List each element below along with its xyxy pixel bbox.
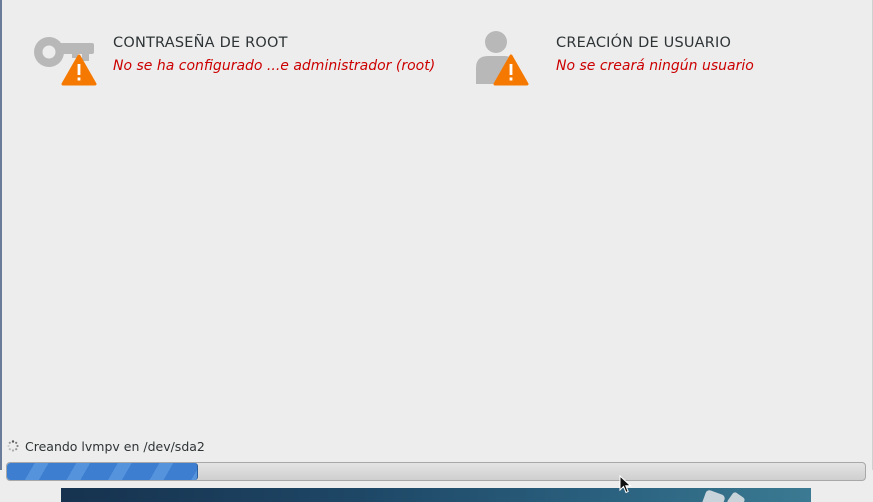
banner-decoration	[726, 491, 746, 502]
spinner-icon	[7, 440, 19, 452]
user-icon	[476, 31, 516, 84]
spoke-root-password[interactable]: CONTRASEÑA DE ROOT No se ha configurado …	[30, 28, 450, 90]
key-icon	[34, 37, 94, 67]
banner-decoration	[700, 489, 726, 502]
spoke-status: No se creará ningún usuario	[556, 58, 754, 74]
mouse-cursor-icon	[619, 475, 632, 494]
spoke-title: CONTRASEÑA DE ROOT	[113, 35, 288, 51]
product-banner	[61, 488, 811, 502]
install-status-text: Creando lvmpv en /dev/sda2	[25, 439, 205, 454]
spoke-title: CREACIÓN DE USUARIO	[556, 35, 732, 51]
spoke-user-creation[interactable]: CREACIÓN DE USUARIO No se creará ningún …	[473, 28, 853, 90]
window-left-border	[0, 0, 2, 470]
install-progress-bar	[6, 462, 866, 481]
install-progress-fill	[7, 463, 199, 480]
spoke-status: No se ha configurado ...e administrador …	[113, 58, 436, 74]
